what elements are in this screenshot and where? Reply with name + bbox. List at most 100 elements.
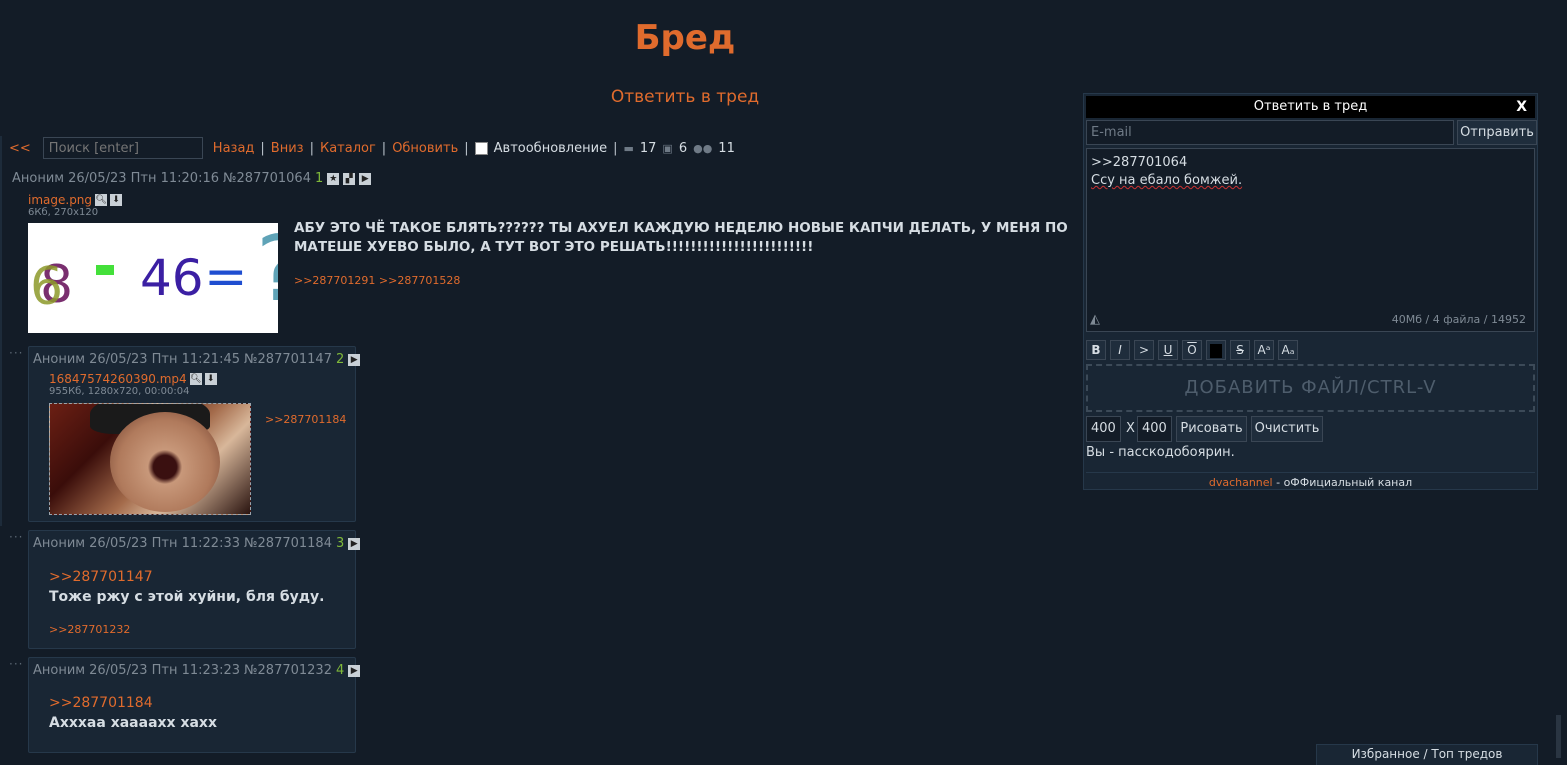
separator: | [613,140,618,156]
post-file-info: 16847574260390.mp4 🔍︎ ⬇ 955Кб, 1280x720,… [49,372,217,397]
post-number: 2 [335,352,345,367]
nav-down-link[interactable]: Вниз [271,141,304,156]
message-line-1: >>287701064 [1091,155,1188,170]
format-italic-button[interactable]: I [1110,340,1130,360]
post-date: 26/05/23 Птн 11:22:33 [89,536,240,551]
upload-limits: 40Мб / 4 файла / 14952 [1391,313,1526,326]
post-author: Аноним [12,171,65,186]
post-quote-link[interactable]: >>287701147 [49,569,153,585]
post-quote-link[interactable]: >>287701184 [49,695,153,711]
file-meta: 6Кб, 270x120 [28,207,99,218]
file-name-link[interactable]: 16847574260390.mp4 [49,372,187,386]
scrollbar[interactable] [1556,715,1561,758]
play-icon[interactable]: ▶ [348,353,361,366]
op-image-captcha[interactable]: 8 6 46 = ? [28,223,278,333]
post-date: 26/05/23 Птн 11:21:45 [89,352,240,367]
separator: | [381,140,387,156]
file-meta: 955Кб, 1280x720, 00:00:04 [49,386,190,397]
nav-catalog-link[interactable]: Каталог [320,141,376,156]
thread-nav-bar: << Назад | Вниз | Каталог | Обновить | А… [9,135,735,161]
format-underline-button[interactable]: U [1158,340,1178,360]
images-count: 6 [678,140,688,156]
format-sub-button[interactable]: Aₐ [1278,340,1298,360]
separator: | [464,140,469,156]
nav-back-link[interactable]: Назад [213,141,255,156]
post-number: 1 [314,171,324,186]
format-overline-button[interactable]: O [1182,340,1202,360]
post-number: 3 [335,536,345,551]
thumb-face [110,412,220,512]
post-replies-links[interactable]: >>287701184 [265,413,346,426]
posts-count-icon: ▬ [623,141,634,155]
dimension-x-label: X [1126,421,1135,436]
download-icon[interactable]: ⬇ [204,373,217,385]
reply-post: Аноним 26/05/23 Птн 11:23:23 №287701232 … [28,657,361,753]
search-input[interactable] [42,137,203,159]
play-icon[interactable]: ▶ [348,664,361,677]
post-id[interactable]: №287701147 [244,352,332,367]
post-replies-links[interactable]: >>287701232 [49,623,130,636]
email-field[interactable]: E-mail [1086,120,1454,145]
passcode-status: Вы - пасскодобоярин. [1086,445,1235,460]
separator: | [260,140,265,156]
reply-post: Аноним 26/05/23 Птн 11:21:45 №287701147 … [28,346,361,522]
post-author: Аноним [33,536,86,551]
thread-left-rule [0,136,2,526]
search-image-icon[interactable]: 🔍︎ [189,373,202,385]
message-line-2: Ссу на ебало бомжей. [1091,173,1243,188]
post-header: Аноним 26/05/23 Птн 11:21:45 №287701147 … [33,352,361,367]
reply-form-title: Ответить в тред [1253,99,1368,114]
autoupdate-checkbox[interactable] [474,141,488,155]
posts-count: 17 [639,140,657,156]
reply-form-titlebar[interactable]: Ответить в тред X [1086,96,1535,118]
draw-button[interactable]: Рисовать [1176,416,1247,442]
format-strike-button[interactable]: S [1230,340,1250,360]
format-quote-button[interactable]: > [1134,340,1154,360]
channel-link[interactable]: dvachannel [1209,476,1273,489]
format-sup-button[interactable]: Aᵃ [1254,340,1274,360]
post-id[interactable]: №287701064 [223,171,311,186]
play-icon[interactable]: ▶ [359,172,372,185]
post-body: Тоже ржу с этой хуйни, бля буду. [49,589,325,605]
reply-form-footer: dvachannel - оФФициальный канал [1086,472,1535,489]
draw-height-input[interactable]: 400 [1137,416,1172,442]
post-date: 26/05/23 Птн 11:20:16 [68,171,219,186]
post-body: Ахххаа хааааxх хахх [49,715,217,731]
message-textarea[interactable]: >>287701064 Ссу на ебало бомжей. ◭ 40Мб … [1086,148,1535,332]
post-expand-dots[interactable]: ··· [9,346,23,360]
op-replies-links[interactable]: >>287701291 >>287701528 [294,274,460,287]
send-button[interactable]: Отправить [1457,120,1537,145]
spoiler-swatch [1210,343,1222,358]
star-icon[interactable]: ★ [327,172,340,185]
channel-caption: - оФФициальный канал [1272,476,1413,489]
post-header: Аноним 26/05/23 Птн 11:23:23 №287701232 … [33,663,361,678]
add-file-dropzone[interactable]: ДОБАВИТЬ ФАЙЛ/CTRL-V [1086,364,1535,412]
search-image-icon[interactable]: 🔍︎ [95,194,108,206]
play-icon[interactable]: ▶ [348,537,361,550]
users-count-icon: ●● [693,141,713,155]
favorites-top-threads-tab[interactable]: Избранное / Топ тредов [1316,744,1538,765]
video-thumbnail[interactable] [49,403,251,515]
clear-button[interactable]: Очистить [1251,416,1323,442]
close-button[interactable]: X [1516,96,1527,118]
nav-refresh-link[interactable]: Обновить [392,141,458,156]
post-header: Аноним 26/05/23 Птн 11:22:33 №287701184 … [33,536,361,551]
format-spoiler-button[interactable] [1206,340,1226,360]
format-bold-button[interactable]: B [1086,340,1106,360]
download-icon[interactable]: ⬇ [110,194,123,206]
draw-width-input[interactable]: 400 [1086,416,1121,442]
post-number: 4 [335,663,345,678]
post-id[interactable]: №287701232 [244,663,332,678]
reply-post: Аноним 26/05/23 Птн 11:22:33 №287701184 … [28,530,361,649]
file-name-link[interactable]: image.png [28,193,92,207]
expand-icon[interactable]: ▞ [343,172,356,185]
op-post-header: Аноним 26/05/23 Птн 11:20:16 №287701064 … [12,171,372,186]
post-id[interactable]: №287701184 [244,536,332,551]
post-expand-dots[interactable]: ··· [9,530,23,544]
back-arrows-link[interactable]: << [9,141,31,156]
captcha-digit-b: 6 [30,257,64,317]
post-expand-dots[interactable]: ··· [9,657,23,671]
op-text: АБУ ЭТО ЧЁ ТАКОЕ БЛЯТЬ?????? ТЫ АХУЕЛ КА… [294,220,1068,255]
captcha-question: ? [256,223,278,322]
sticker-icon[interactable]: ◭ [1090,311,1100,329]
